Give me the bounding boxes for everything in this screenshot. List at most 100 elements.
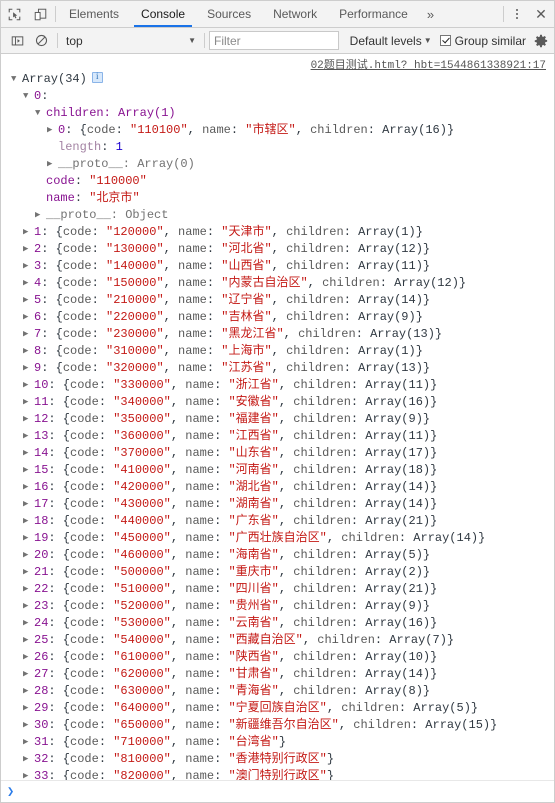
disclosure-triangle-collapsed[interactable]: ▶ bbox=[23, 683, 34, 700]
tree-row-index-1[interactable]: ▶ 1: {code: "120000", name: "天津市", childr… bbox=[1, 224, 554, 241]
disclosure-triangle-collapsed[interactable]: ▶ bbox=[23, 530, 34, 547]
disclosure-triangle-collapsed[interactable]: ▶ bbox=[23, 309, 34, 326]
tree-row-index-25[interactable]: ▶ 25: {code: "540000", name: "西藏自治区", chi… bbox=[1, 632, 554, 649]
tree-row-index-9[interactable]: ▶ 9: {code: "320000", name: "江苏省", childr… bbox=[1, 360, 554, 377]
tree-row-index-19[interactable]: ▶ 19: {code: "450000", name: "广西壮族自治区", c… bbox=[1, 530, 554, 547]
disclosure-triangle-collapsed-proto[interactable]: ▶ bbox=[35, 207, 46, 224]
tree-row-index-23[interactable]: ▶ 23: {code: "520000", name: "贵州省", child… bbox=[1, 598, 554, 615]
disclosure-triangle-collapsed[interactable]: ▶ bbox=[23, 615, 34, 632]
console-prompt[interactable]: ❯ bbox=[1, 780, 554, 802]
tree-row-index-32[interactable]: ▶ 32: {code: "810000", name: "香港特别行政区"} bbox=[1, 751, 554, 768]
tree-row-index-20[interactable]: ▶ 20: {code: "460000", name: "海南省", child… bbox=[1, 547, 554, 564]
disclosure-triangle-expanded[interactable]: ▼ bbox=[11, 71, 22, 88]
tree-row-index-4[interactable]: ▶ 4: {code: "150000", name: "内蒙古自治区", chi… bbox=[1, 275, 554, 292]
tree-row-index-13[interactable]: ▶ 13: {code: "360000", name: "江西省", child… bbox=[1, 428, 554, 445]
disclosure-triangle-collapsed[interactable]: ▶ bbox=[23, 496, 34, 513]
tree-row-index-8[interactable]: ▶ 8: {code: "310000", name: "上海市", childr… bbox=[1, 343, 554, 360]
source-link[interactable]: 02题目测试.html? hbt=1544861338921:17 bbox=[311, 56, 546, 72]
tab-elements[interactable]: Elements bbox=[58, 1, 130, 27]
tree-row-index-2[interactable]: ▶ 2: {code: "130000", name: "河北省", childr… bbox=[1, 241, 554, 258]
console-output[interactable]: 02题目测试.html? hbt=1544861338921:17 ▼ Array… bbox=[1, 54, 554, 780]
disclosure-triangle-collapsed[interactable]: ▶ bbox=[23, 734, 34, 751]
disclosure-triangle-collapsed[interactable]: ▶ bbox=[23, 717, 34, 734]
tree-row-index-27[interactable]: ▶ 27: {code: "620000", name: "甘肃省", child… bbox=[1, 666, 554, 683]
tree-row-child-0[interactable]: ▶ 0: {code: "110100", name: "市辖区", childr… bbox=[1, 122, 554, 139]
tab-console[interactable]: Console bbox=[130, 1, 196, 27]
tree-row-index-12[interactable]: ▶ 12: {code: "350000", name: "福建省", child… bbox=[1, 411, 554, 428]
tree-row-index-6[interactable]: ▶ 6: {code: "220000", name: "吉林省", childr… bbox=[1, 309, 554, 326]
tab-sources[interactable]: Sources bbox=[196, 1, 262, 27]
disclosure-triangle-collapsed[interactable]: ▶ bbox=[23, 666, 34, 683]
disclosure-triangle-collapsed[interactable]: ▶ bbox=[23, 598, 34, 615]
group-similar-toggle[interactable]: Group similar bbox=[439, 34, 526, 48]
tree-row-index-28[interactable]: ▶ 28: {code: "630000", name: "青海省", child… bbox=[1, 683, 554, 700]
close-icon[interactable]: ✕ bbox=[528, 1, 554, 27]
tree-row-index-10[interactable]: ▶ 10: {code: "330000", name: "浙江省", child… bbox=[1, 377, 554, 394]
tree-row-index-15[interactable]: ▶ 15: {code: "410000", name: "河南省", child… bbox=[1, 462, 554, 479]
execution-context-select[interactable]: top ▼ bbox=[62, 31, 200, 50]
tree-row-index-31[interactable]: ▶ 31: {code: "710000", name: "台湾省"} bbox=[1, 734, 554, 751]
disclosure-triangle-collapsed[interactable]: ▶ bbox=[23, 343, 34, 360]
tab-performance[interactable]: Performance bbox=[328, 1, 419, 27]
disclosure-triangle-collapsed[interactable]: ▶ bbox=[23, 275, 34, 292]
device-toolbar-icon[interactable] bbox=[27, 1, 53, 27]
disclosure-triangle-collapsed[interactable]: ▶ bbox=[23, 224, 34, 241]
inspect-element-icon[interactable] bbox=[1, 1, 27, 27]
tree-row-index-11[interactable]: ▶ 11: {code: "340000", name: "安徽省", child… bbox=[1, 394, 554, 411]
filter-input[interactable] bbox=[209, 31, 339, 50]
tree-row-children-proto[interactable]: ▶ __proto__: Array(0) bbox=[1, 156, 554, 173]
tree-row-index-29[interactable]: ▶ 29: {code: "640000", name: "宁夏回族自治区", c… bbox=[1, 700, 554, 717]
tree-row-index-26[interactable]: ▶ 26: {code: "610000", name: "陕西省", child… bbox=[1, 649, 554, 666]
more-tabs-icon[interactable]: » bbox=[419, 1, 442, 27]
console-sidebar-icon[interactable] bbox=[5, 30, 29, 52]
disclosure-triangle-collapsed[interactable]: ▶ bbox=[23, 632, 34, 649]
tree-row-proto[interactable]: ▶ __proto__: Object bbox=[1, 207, 554, 224]
tree-row-index-14[interactable]: ▶ 14: {code: "370000", name: "山东省", child… bbox=[1, 445, 554, 462]
disclosure-triangle-collapsed[interactable]: ▶ bbox=[23, 581, 34, 598]
disclosure-triangle-collapsed[interactable]: ▶ bbox=[23, 479, 34, 496]
tree-row-index-0[interactable]: ▼ 0: bbox=[1, 88, 554, 105]
tree-row-index-24[interactable]: ▶ 24: {code: "530000", name: "云南省", child… bbox=[1, 615, 554, 632]
disclosure-triangle-collapsed[interactable]: ▶ bbox=[23, 258, 34, 275]
disclosure-triangle-collapsed[interactable]: ▶ bbox=[23, 292, 34, 309]
tree-row-index-17[interactable]: ▶ 17: {code: "430000", name: "湖南省", child… bbox=[1, 496, 554, 513]
tree-row-children[interactable]: ▼ children: Array(1) bbox=[1, 105, 554, 122]
clear-console-icon[interactable] bbox=[29, 30, 53, 52]
console-prompt-input[interactable] bbox=[18, 782, 554, 801]
disclosure-triangle-collapsed-child0[interactable]: ▶ bbox=[47, 122, 58, 139]
tree-row-index-30[interactable]: ▶ 30: {code: "650000", name: "新疆维吾尔自治区", … bbox=[1, 717, 554, 734]
gear-icon[interactable] bbox=[534, 34, 548, 48]
disclosure-triangle-collapsed-children-proto[interactable]: ▶ bbox=[47, 156, 58, 173]
disclosure-triangle-collapsed[interactable]: ▶ bbox=[23, 513, 34, 530]
kebab-menu-icon[interactable] bbox=[506, 1, 528, 27]
disclosure-triangle-collapsed[interactable]: ▶ bbox=[23, 411, 34, 428]
disclosure-triangle-expanded-0[interactable]: ▼ bbox=[23, 88, 34, 105]
disclosure-triangle-collapsed[interactable]: ▶ bbox=[23, 564, 34, 581]
tree-row-index-5[interactable]: ▶ 5: {code: "210000", name: "辽宁省", childr… bbox=[1, 292, 554, 309]
tree-row-index-7[interactable]: ▶ 7: {code: "230000", name: "黑龙江省", child… bbox=[1, 326, 554, 343]
disclosure-triangle-collapsed[interactable]: ▶ bbox=[23, 360, 34, 377]
tree-row-index-21[interactable]: ▶ 21: {code: "500000", name: "重庆市", child… bbox=[1, 564, 554, 581]
disclosure-triangle-collapsed[interactable]: ▶ bbox=[23, 445, 34, 462]
disclosure-triangle-collapsed[interactable]: ▶ bbox=[23, 649, 34, 666]
tab-network[interactable]: Network bbox=[262, 1, 328, 27]
tree-row-index-3[interactable]: ▶ 3: {code: "140000", name: "山西省", childr… bbox=[1, 258, 554, 275]
tree-row-root[interactable]: ▼ Array(34) bbox=[1, 70, 554, 88]
tree-row-index-16[interactable]: ▶ 16: {code: "420000", name: "湖北省", child… bbox=[1, 479, 554, 496]
group-similar-checkbox[interactable] bbox=[439, 35, 451, 46]
disclosure-triangle-expanded-children[interactable]: ▼ bbox=[35, 105, 46, 122]
tree-row-index-18[interactable]: ▶ 18: {code: "440000", name: "广东省", child… bbox=[1, 513, 554, 530]
disclosure-triangle-collapsed[interactable]: ▶ bbox=[23, 377, 34, 394]
disclosure-triangle-collapsed[interactable]: ▶ bbox=[23, 428, 34, 445]
disclosure-triangle-collapsed[interactable]: ▶ bbox=[23, 241, 34, 258]
disclosure-triangle-collapsed[interactable]: ▶ bbox=[23, 768, 34, 780]
disclosure-triangle-collapsed[interactable]: ▶ bbox=[23, 700, 34, 717]
tree-row-index-22[interactable]: ▶ 22: {code: "510000", name: "四川省", child… bbox=[1, 581, 554, 598]
tree-row-index-33[interactable]: ▶ 33: {code: "820000", name: "澳门特别行政区"} bbox=[1, 768, 554, 780]
disclosure-triangle-collapsed[interactable]: ▶ bbox=[23, 394, 34, 411]
disclosure-triangle-collapsed[interactable]: ▶ bbox=[23, 462, 34, 479]
disclosure-triangle-collapsed[interactable]: ▶ bbox=[23, 326, 34, 343]
info-icon[interactable] bbox=[91, 70, 103, 83]
disclosure-triangle-collapsed[interactable]: ▶ bbox=[23, 751, 34, 768]
disclosure-triangle-collapsed[interactable]: ▶ bbox=[23, 547, 34, 564]
